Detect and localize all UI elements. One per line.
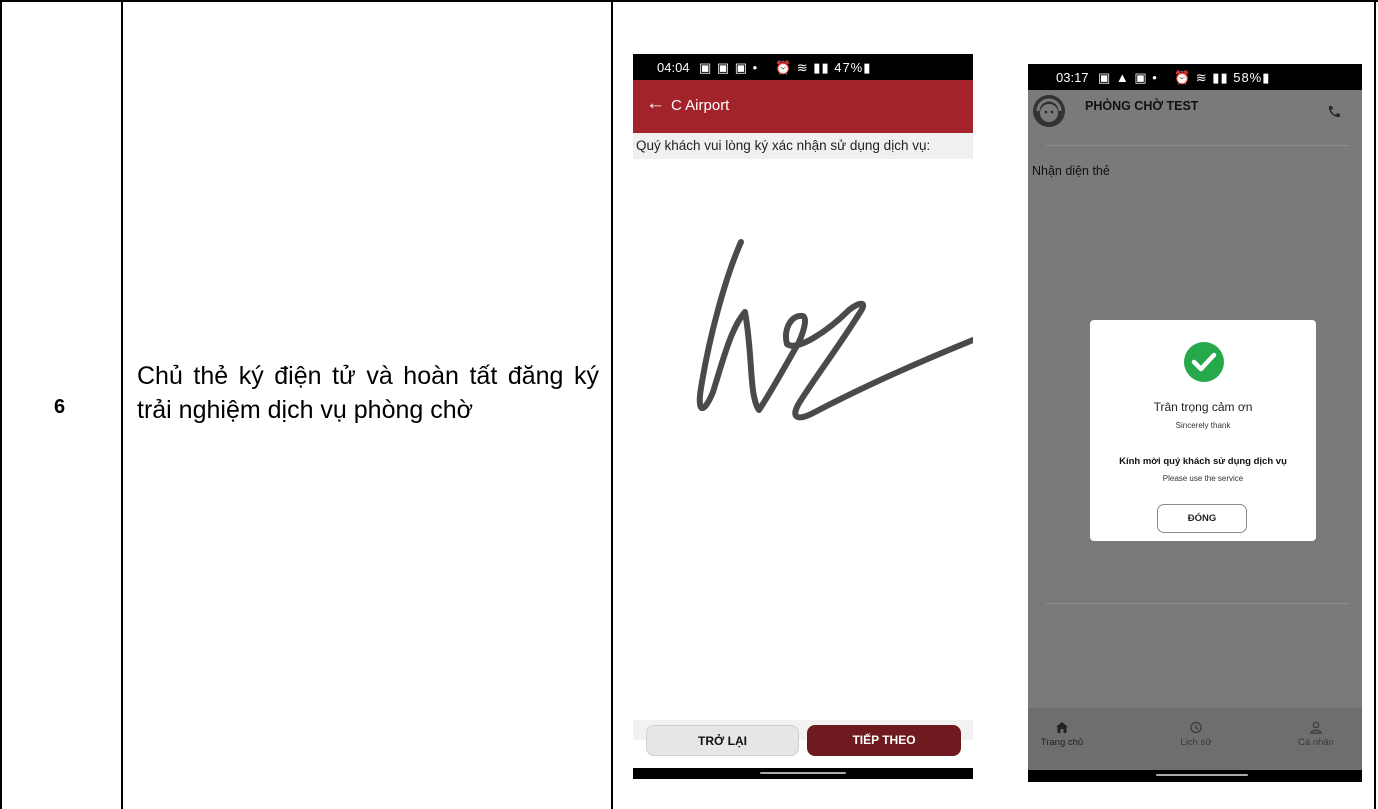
system-nav-bar [1028,770,1362,782]
system-nav-bar [633,768,973,779]
signature-stroke [696,239,973,421]
history-icon [1190,721,1202,734]
table-col-divider-1 [121,0,123,809]
back-button[interactable]: TRỞ LẠI [646,725,799,756]
table-top-border [0,0,1378,2]
dialog-message-en: Please use the service [1162,474,1244,483]
signature-pad[interactable] [633,160,973,720]
signature-instruction: Quý khách vui lòng ký xác nhận sử dụng d… [636,138,931,153]
status-system-icons: ⏰ ≋ ▮▮ 47%▮ [775,60,872,75]
status-bar: 03:17 ▣ ▲ ▣ • ⏰ ≋ ▮▮ 58%▮ [1028,64,1362,90]
home-icon [1056,722,1068,733]
status-bar: 04:04 ▣ ▣ ▣ • ⏰ ≋ ▮▮ 47%▮ [633,54,973,80]
step-number: 6 [54,396,66,418]
tab-profile-label: Cá nhân [1298,737,1334,748]
status-notification-icons: ▣ ▲ ▣ • [1098,70,1158,85]
status-time: 03:17 [1056,70,1089,85]
dialog-title: Trân trọng cảm ơn [1153,400,1253,414]
app-bar: ← C Airport [633,80,973,133]
tab-history[interactable]: Lịch sử [1176,721,1216,748]
lounge-screen: 03:17 ▣ ▲ ▣ • ⏰ ≋ ▮▮ 58%▮ PHÒNG CHỜ TEST… [1028,64,1362,782]
app-title: C Airport [671,97,730,114]
support-agent-icon [1033,95,1065,127]
phone-icon[interactable] [1326,104,1342,120]
dialog-title-en: Sincerely thank [1175,421,1231,430]
content-divider [1046,603,1348,604]
home-gesture-pill[interactable] [760,772,846,774]
room-name: PHÒNG CHỜ TEST [1085,99,1199,113]
success-dialog: Trân trọng cảm ơn Sincerely thank Kính m… [1090,320,1316,541]
status-system-icons: ⏰ ≋ ▮▮ 58%▮ [1174,70,1271,85]
tab-home[interactable]: Trang chủ [1040,721,1084,748]
header-divider [1046,145,1348,146]
home-gesture-pill[interactable] [1156,774,1248,776]
next-button[interactable]: TIẾP THEO [807,725,961,756]
table-col-divider-2 [611,0,613,809]
tab-history-label: Lịch sử [1180,737,1212,748]
status-notification-icons: ▣ ▣ ▣ • [699,60,759,75]
status-time: 04:04 [657,60,690,75]
close-button[interactable]: ĐÓNG [1157,504,1247,533]
lounge-header: PHÒNG CHỜ TEST [1028,90,1362,145]
tab-profile[interactable]: Cá nhân [1293,721,1339,748]
signature-screen: 04:04 ▣ ▣ ▣ • ⏰ ≋ ▮▮ 47%▮ ← C Airport Qu… [633,54,973,781]
table-left-border [0,0,2,809]
bottom-tab-bar: Trang chủ Lịch sử Cá nhân [1028,708,1362,770]
table-right-border [1374,0,1376,809]
card-recognition-label: Nhận diện thẻ [1032,164,1110,178]
tab-home-label: Trang chủ [1040,737,1084,748]
back-arrow-icon[interactable]: ← [646,93,665,115]
dialog-message: Kính mời quý khách sử dụng dịch vụ [1119,456,1287,467]
step-description: Chủ thẻ ký điện tử và hoàn tất đăng ký t… [137,362,599,424]
person-icon [1310,721,1322,734]
success-check-icon [1184,342,1224,382]
